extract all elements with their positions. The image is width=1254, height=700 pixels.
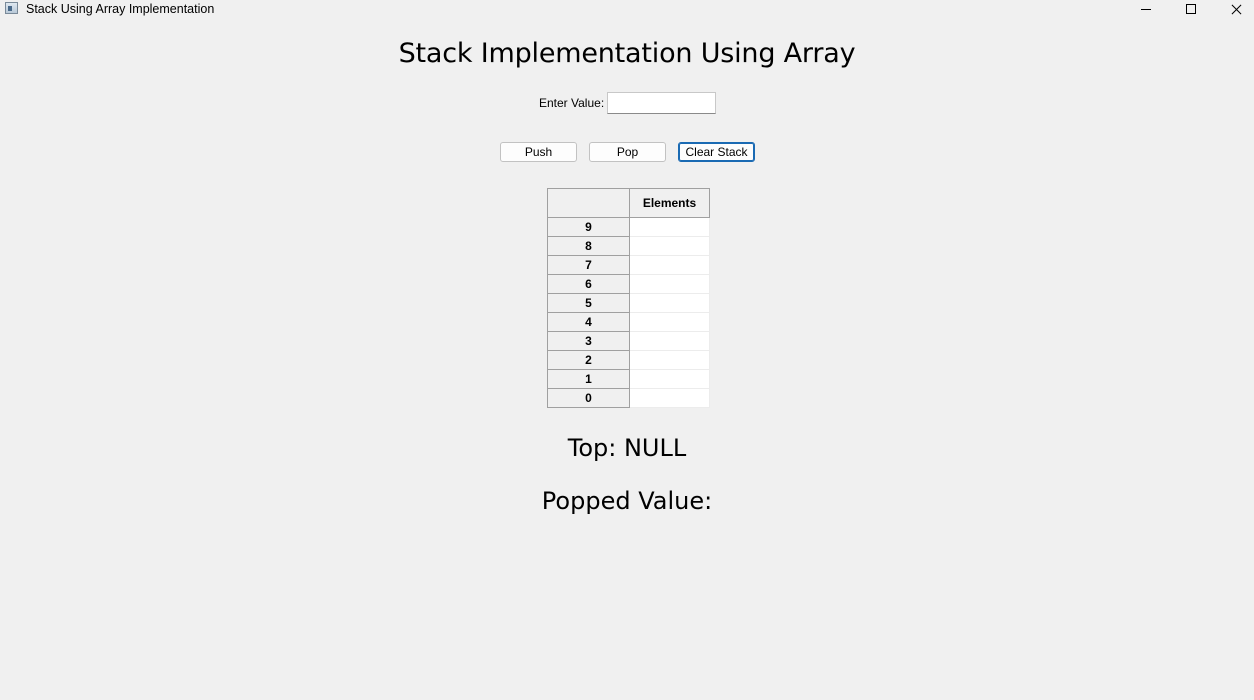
- row-element-cell[interactable]: [629, 255, 710, 275]
- row-index: 3: [547, 331, 630, 351]
- value-input[interactable]: [607, 92, 716, 114]
- row-index: 2: [547, 350, 630, 370]
- row-index: 4: [547, 312, 630, 332]
- row-index: 0: [547, 388, 630, 408]
- pop-button[interactable]: Pop: [589, 142, 666, 162]
- row-index: 8: [547, 236, 630, 256]
- top-status: Top: NULL: [567, 434, 687, 462]
- table-header-row: Elements: [547, 188, 710, 218]
- table-row: 6: [547, 274, 710, 294]
- title-bar[interactable]: Stack Using Array Implementation: [0, 0, 1254, 18]
- clear-stack-button[interactable]: Clear Stack: [678, 142, 755, 162]
- push-button[interactable]: Push: [500, 142, 577, 162]
- enter-value-label: Enter Value:: [539, 96, 605, 110]
- table-row: 8: [547, 236, 710, 256]
- table-row: 0: [547, 388, 710, 408]
- row-element-cell[interactable]: [629, 236, 710, 256]
- minimize-icon: [1141, 8, 1151, 10]
- table-row: 4: [547, 312, 710, 332]
- app-window-icon: [5, 2, 18, 14]
- row-index: 7: [547, 255, 630, 275]
- minimize-button[interactable]: [1123, 0, 1169, 18]
- row-element-cell[interactable]: [629, 274, 710, 294]
- close-button[interactable]: [1213, 0, 1254, 18]
- table-row: 1: [547, 369, 710, 389]
- row-element-cell[interactable]: [629, 217, 710, 237]
- stack-table: Elements 9 8 7 6 5 4 3 2 1 0: [547, 188, 710, 408]
- table-row: 2: [547, 350, 710, 370]
- app-window: Stack Using Array Implementation Stack I…: [0, 0, 1254, 700]
- row-index: 6: [547, 274, 630, 294]
- row-element-cell[interactable]: [629, 350, 710, 370]
- table-row: 9: [547, 217, 710, 237]
- row-element-cell[interactable]: [629, 312, 710, 332]
- elements-column-header: Elements: [629, 188, 710, 218]
- close-icon: [1231, 4, 1242, 15]
- table-row: 5: [547, 293, 710, 313]
- table-corner-header: [547, 188, 630, 218]
- row-element-cell[interactable]: [629, 331, 710, 351]
- page-title: Stack Implementation Using Array: [398, 38, 856, 69]
- maximize-button[interactable]: [1168, 0, 1214, 18]
- row-element-cell[interactable]: [629, 369, 710, 389]
- row-index: 5: [547, 293, 630, 313]
- row-element-cell[interactable]: [629, 388, 710, 408]
- row-element-cell[interactable]: [629, 293, 710, 313]
- table-row: 7: [547, 255, 710, 275]
- table-row: 3: [547, 331, 710, 351]
- maximize-icon: [1186, 4, 1196, 14]
- popped-value-status: Popped Value:: [541, 487, 713, 515]
- row-index: 1: [547, 369, 630, 389]
- window-title: Stack Using Array Implementation: [26, 2, 215, 16]
- row-index: 9: [547, 217, 630, 237]
